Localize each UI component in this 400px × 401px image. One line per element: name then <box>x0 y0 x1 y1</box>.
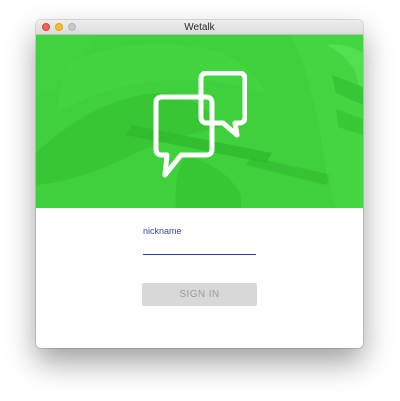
app-window: Wetalk nickname SIGN IN <box>36 20 363 348</box>
chat-bubbles-icon <box>153 71 247 178</box>
nickname-input[interactable] <box>143 238 256 255</box>
sign-in-form: nickname SIGN IN <box>36 208 363 348</box>
title-bar[interactable]: Wetalk <box>36 20 363 35</box>
hero-banner <box>36 35 363 208</box>
nickname-label: nickname <box>143 226 182 236</box>
window-title: Wetalk <box>184 22 215 33</box>
sign-in-button[interactable]: SIGN IN <box>142 283 257 306</box>
